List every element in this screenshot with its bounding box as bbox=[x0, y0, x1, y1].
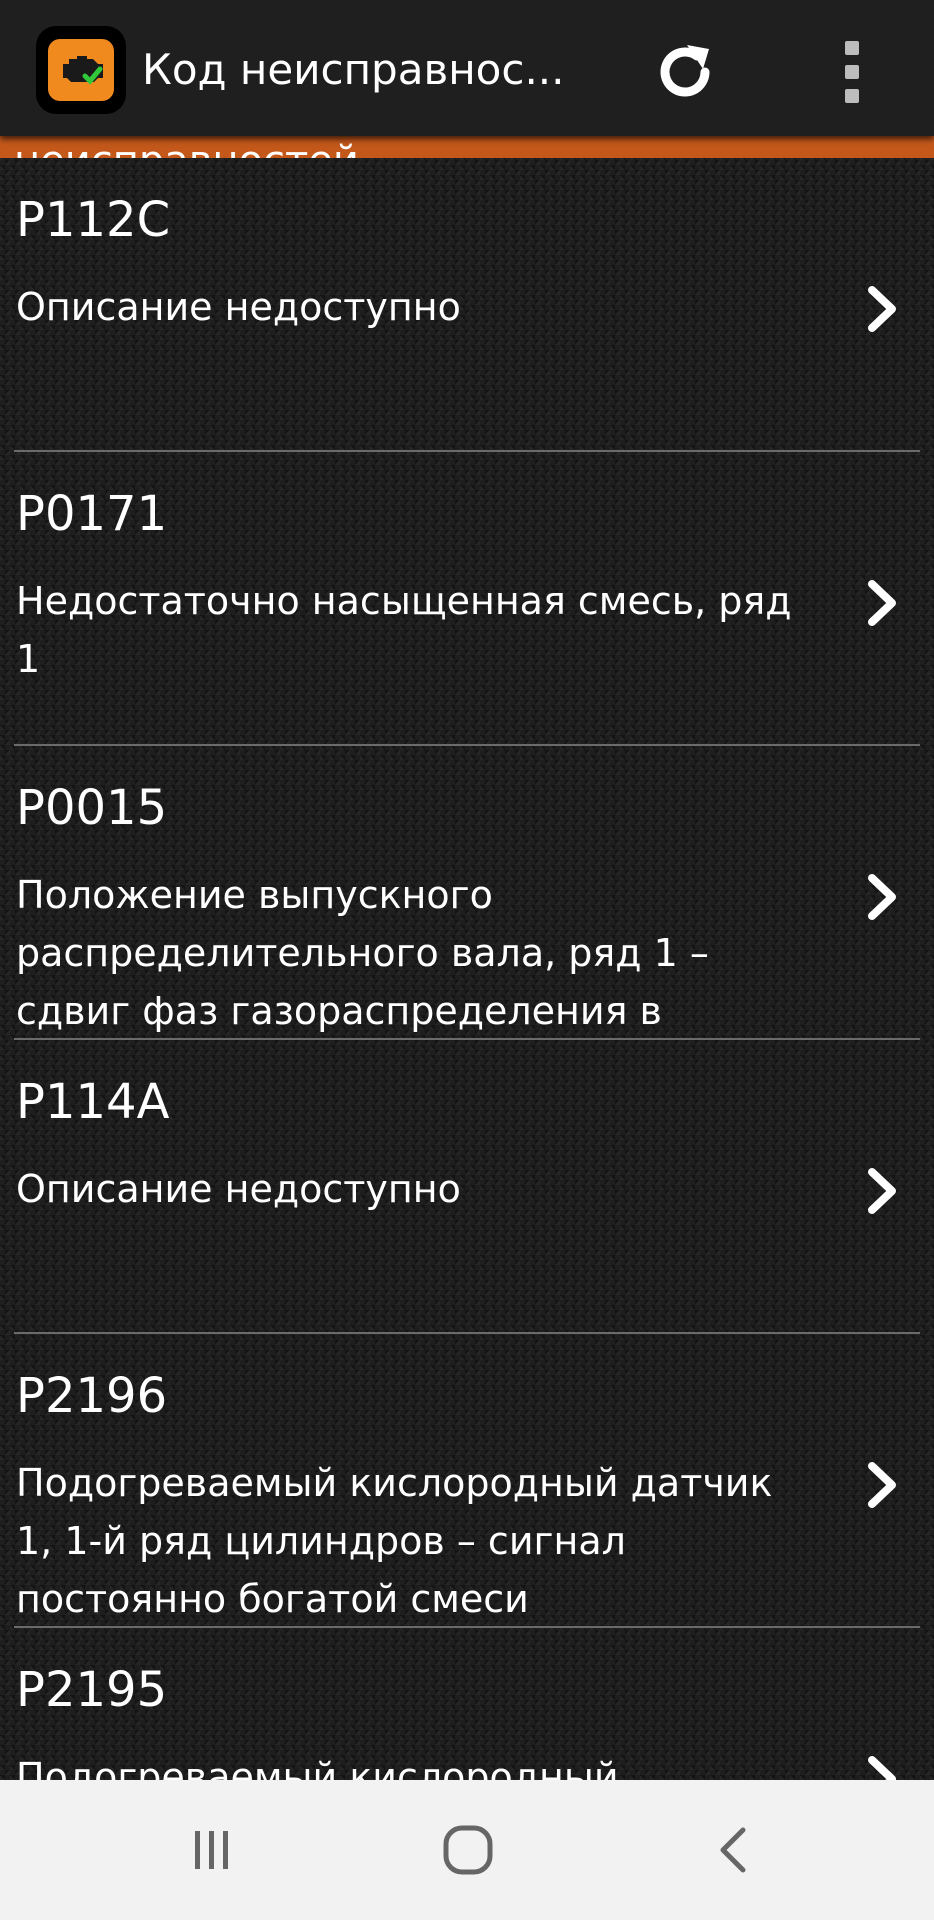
fault-description: Недостаточно насыщенная смесь, ряд 1 bbox=[16, 579, 792, 681]
app-bar: Код неисправнос... bbox=[0, 0, 934, 136]
list-item[interactable]: P112C Описание недоступно bbox=[14, 158, 920, 452]
list-item[interactable]: P2196 Подогреваемый кислородный датчик 1… bbox=[14, 1334, 920, 1628]
chevron-right-icon bbox=[868, 874, 896, 920]
list-item[interactable]: P114A Описание недоступно bbox=[14, 1040, 920, 1334]
fault-code: P114A bbox=[16, 1074, 170, 1130]
home-button[interactable] bbox=[408, 1810, 528, 1890]
chevron-right-icon bbox=[868, 1462, 896, 1508]
back-button[interactable] bbox=[674, 1810, 794, 1890]
chevron-right-icon bbox=[868, 580, 896, 626]
fault-code: P2195 bbox=[16, 1662, 168, 1718]
list-item[interactable]: P2195 Подогреваемый кислородный bbox=[14, 1628, 920, 1780]
fault-code: P2196 bbox=[16, 1368, 168, 1424]
chevron-right-icon bbox=[868, 286, 896, 332]
refresh-icon bbox=[660, 45, 710, 97]
codes-list[interactable]: P112C Описание недоступно P0171 Недостат… bbox=[0, 158, 934, 1780]
fault-description: Описание недоступно bbox=[16, 1167, 461, 1211]
app-title: Код неисправнос... bbox=[142, 45, 565, 94]
fault-description: Подогреваемый кислородный bbox=[16, 1755, 619, 1780]
overflow-menu-button[interactable] bbox=[830, 34, 874, 110]
fault-description: Положение выпускного распределительного … bbox=[16, 873, 709, 1033]
list-item[interactable]: P0171 Недостаточно насыщенная смесь, ряд… bbox=[14, 452, 920, 746]
fault-code: P0015 bbox=[16, 780, 168, 836]
back-icon bbox=[720, 1827, 746, 1873]
list-item[interactable]: P0015 Положение выпускного распределител… bbox=[14, 746, 920, 1040]
fault-code: P112C bbox=[16, 192, 171, 248]
tab-strip: неисправностей bbox=[0, 136, 934, 158]
engine-check-icon[interactable] bbox=[36, 26, 126, 114]
tab-strip-label: неисправностей bbox=[14, 138, 359, 158]
chevron-right-icon bbox=[868, 1756, 896, 1780]
home-icon bbox=[443, 1825, 493, 1875]
recents-icon bbox=[195, 1831, 228, 1869]
system-nav-bar bbox=[0, 1780, 934, 1920]
screen: Код неисправнос... неисправностей P112C … bbox=[0, 0, 934, 1920]
fault-description: Описание недоступно bbox=[16, 285, 461, 329]
fault-description: Подогреваемый кислородный датчик 1, 1-й … bbox=[16, 1461, 773, 1621]
chevron-right-icon bbox=[868, 1168, 896, 1214]
recents-button[interactable] bbox=[152, 1810, 272, 1890]
refresh-button[interactable] bbox=[648, 34, 724, 110]
overflow-menu-icon bbox=[845, 41, 859, 55]
fault-code: P0171 bbox=[16, 486, 168, 542]
